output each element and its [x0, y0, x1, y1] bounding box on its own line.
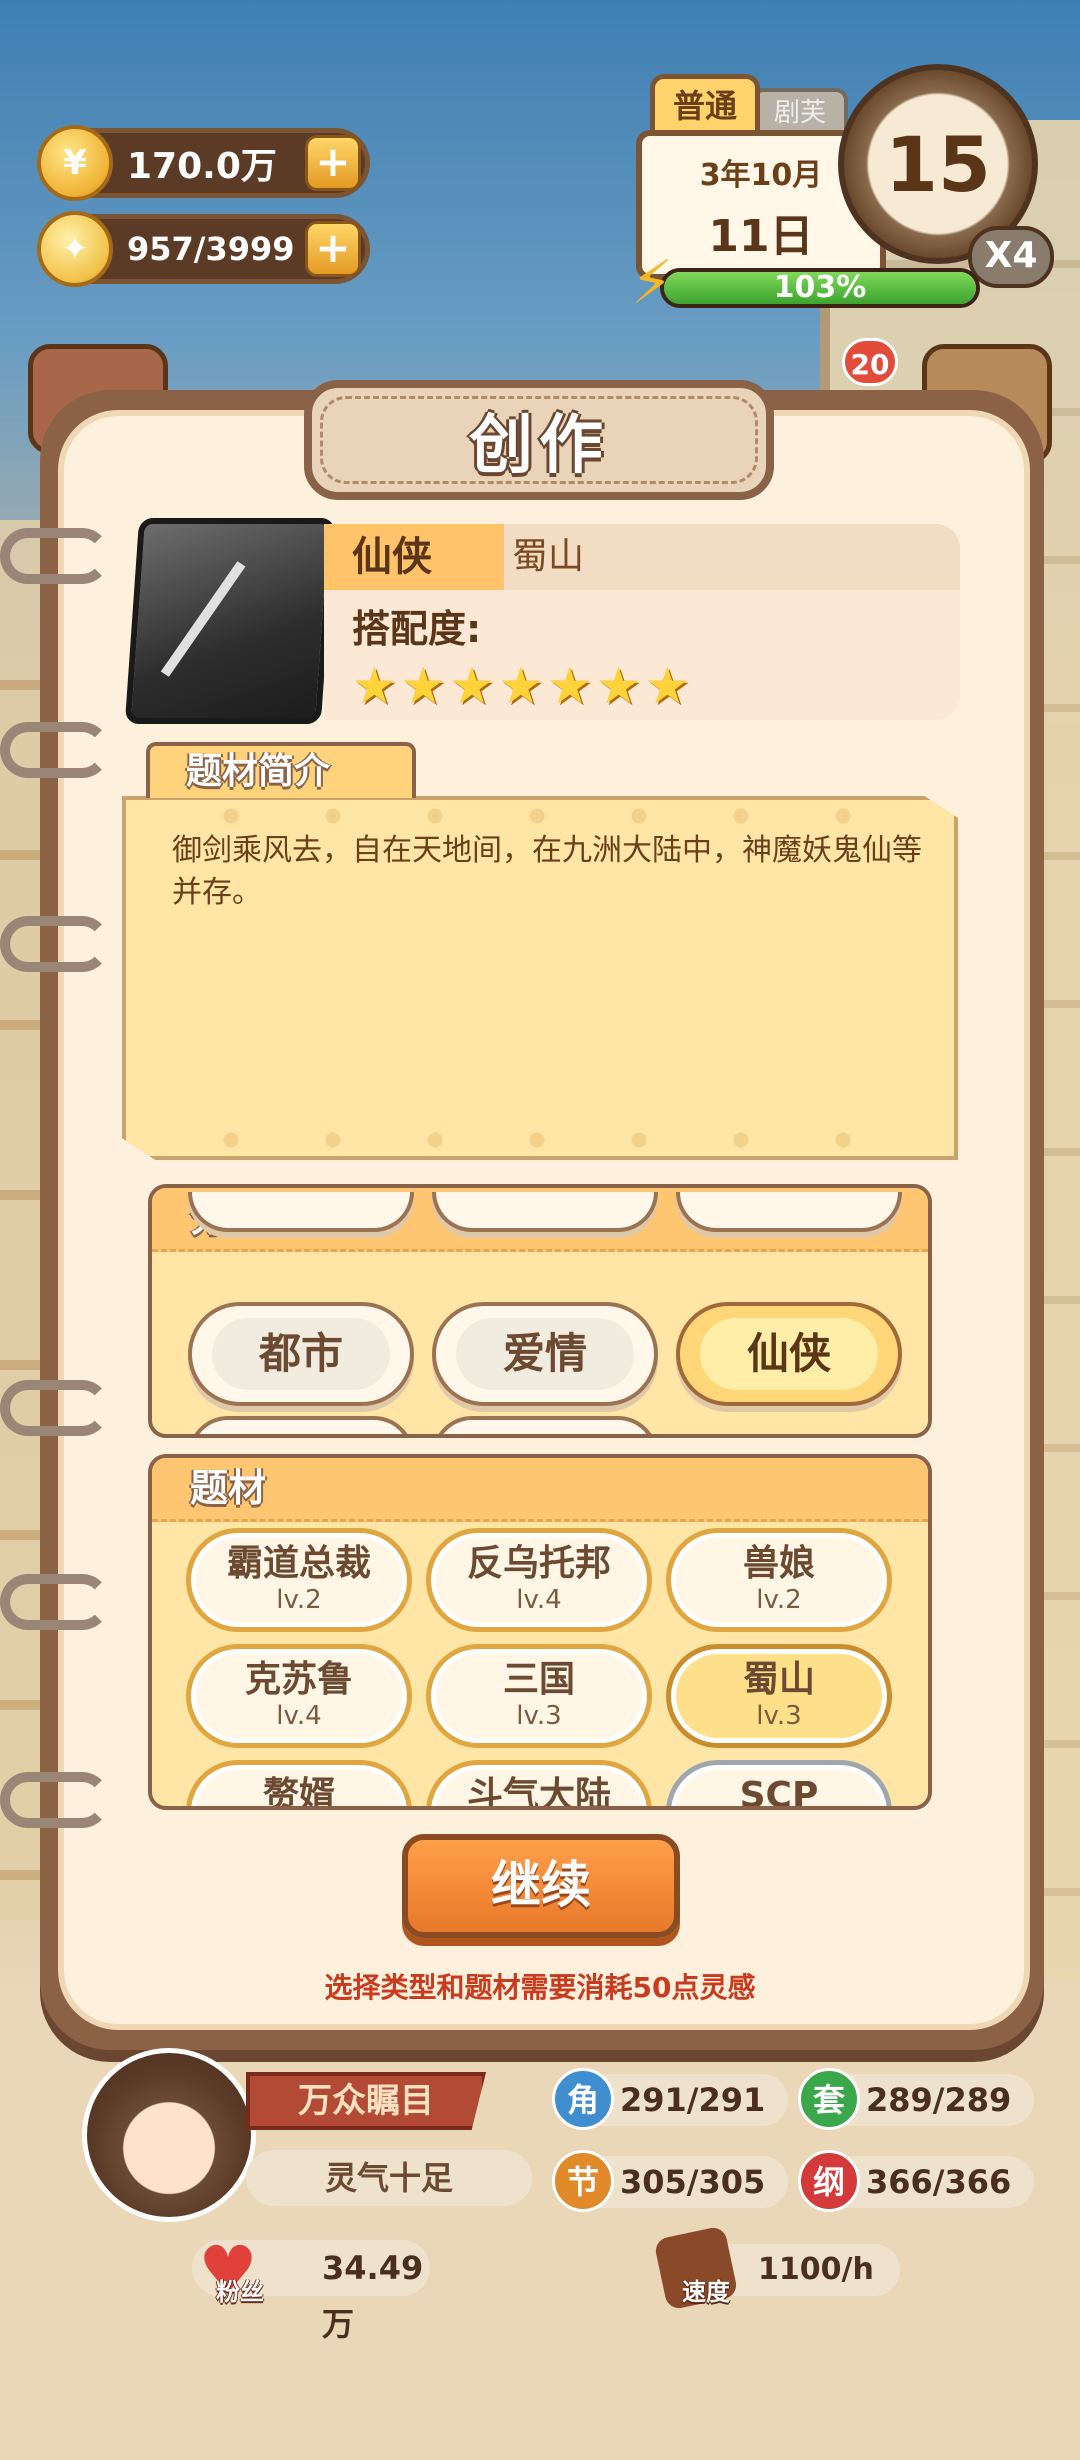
- binder-ring: [0, 722, 110, 778]
- description-text: 御剑乘风去，自在天地间，在九洲大陆中，神魔妖鬼仙等并存。: [172, 833, 922, 910]
- category-label: 爱情: [502, 1329, 587, 1378]
- continue-button[interactable]: 继续: [402, 1834, 680, 1938]
- topic-option-selected[interactable]: 蜀山 lv.3: [666, 1644, 892, 1748]
- topic-name: 反乌托邦: [466, 1543, 611, 1584]
- category-label: 仙侠: [746, 1329, 831, 1378]
- inspiration-counter: ✦ 957/3999 +: [37, 211, 370, 287]
- topic-level: lv.3: [516, 1701, 562, 1731]
- add-inspiration-button[interactable]: +: [305, 221, 361, 277]
- stat-value: 305/305: [620, 2163, 766, 2201]
- binder-ring: [0, 916, 110, 972]
- category-option-hidden[interactable]: [432, 1192, 658, 1232]
- selected-genre: 仙侠: [324, 524, 504, 590]
- category-panel: 分类 都市 爱情 仙侠: [148, 1184, 932, 1438]
- lightbulb-icon: ✦: [37, 211, 113, 287]
- stat-value: 366/366: [866, 2163, 1012, 2201]
- match-stars: ★ ★ ★ ★ ★ ★ ★: [352, 660, 690, 712]
- topic-level: lv.3: [756, 1701, 802, 1731]
- stat-character: 角 291/291: [552, 2068, 788, 2130]
- topic-option[interactable]: 克苏鲁 lv.4: [186, 1644, 412, 1748]
- topic-header: 题材: [152, 1458, 928, 1522]
- category-option-hidden[interactable]: [188, 1416, 414, 1434]
- book-cover-image: [124, 518, 336, 724]
- topic-level: lv.4: [276, 1701, 322, 1731]
- cost-note: 选择类型和题材需要消耗50点灵感: [324, 1971, 756, 2004]
- star-icon: ★: [498, 657, 544, 715]
- star-icon: ★: [547, 657, 593, 715]
- category-option-hidden[interactable]: [432, 1416, 658, 1434]
- topic-name: 赘婿: [262, 1775, 335, 1810]
- topic-option[interactable]: 霸道总裁 lv.2: [186, 1528, 412, 1632]
- stat-icon: 套: [798, 2068, 860, 2130]
- mood-status: 灵气十足: [246, 2150, 532, 2206]
- stat-value: 289/289: [866, 2081, 1012, 2119]
- stat-icon: 纲: [798, 2150, 860, 2212]
- star-icon: ★: [596, 657, 641, 715]
- stat-routine: 套 289/289: [798, 2068, 1034, 2130]
- speed-multiplier-badge[interactable]: X4: [968, 226, 1054, 288]
- stat-outline: 纲 366/366: [798, 2150, 1034, 2212]
- topic-name: 克苏鲁: [244, 1659, 353, 1700]
- category-label: 都市: [258, 1329, 343, 1378]
- coins-value: 170.0万: [127, 146, 277, 187]
- dialog-title: 创作: [469, 409, 609, 483]
- stat-plot: 节 305/305: [552, 2150, 788, 2212]
- topic-name: SCP: [739, 1775, 819, 1810]
- dialog-title-plate: 创作: [304, 380, 774, 500]
- coins-counter: ¥ 170.0万 +: [37, 125, 370, 201]
- category-option-romance[interactable]: 爱情: [432, 1302, 658, 1406]
- stat-icon: 节: [552, 2150, 614, 2212]
- topic-level: lv.4: [516, 1585, 562, 1615]
- author-title-ribbon: 万众瞩目: [246, 2072, 486, 2130]
- inspiration-value: 957/3999: [127, 230, 295, 268]
- topic-option[interactable]: 反乌托邦 lv.4: [426, 1528, 652, 1632]
- match-label: 搭配度:: [352, 607, 482, 651]
- notification-badge: 20: [842, 338, 898, 386]
- stat-value: 291/291: [620, 2081, 766, 2119]
- avatar[interactable]: [82, 2048, 256, 2222]
- topic-name: 斗气大陆: [466, 1775, 611, 1810]
- decor-dots: [180, 1132, 920, 1148]
- energy-percent: 103%: [773, 270, 867, 305]
- topic-option[interactable]: 赘婿: [186, 1760, 412, 1810]
- topic-name: 三国: [502, 1659, 575, 1700]
- topic-panel: 题材 霸道总裁 lv.2 反乌托邦 lv.4 兽娘 lv.2 克苏鲁 lv.4 …: [148, 1454, 932, 1810]
- category-option-xianxia[interactable]: 仙侠: [676, 1302, 902, 1406]
- binder-ring: [0, 1574, 110, 1630]
- decor-dots: [180, 808, 920, 824]
- topic-option[interactable]: SCP: [666, 1760, 892, 1810]
- speed-label: 速度: [682, 2278, 730, 2306]
- topic-option[interactable]: 兽娘 lv.2: [666, 1528, 892, 1632]
- topic-level: lv.2: [276, 1585, 322, 1615]
- clock-value: 15: [885, 119, 991, 209]
- selected-topic: 蜀山: [512, 536, 585, 577]
- coin-icon: ¥: [37, 125, 113, 201]
- stat-icon: 角: [552, 2068, 614, 2130]
- fans-label: 粉丝: [216, 2278, 264, 2306]
- topic-option[interactable]: 斗气大陆: [426, 1760, 652, 1810]
- star-icon: ★: [400, 657, 446, 715]
- binder-ring: [0, 528, 110, 584]
- description-tab: 题材简介: [146, 742, 416, 798]
- binder-ring: [0, 1380, 110, 1436]
- topic-option[interactable]: 三国 lv.3: [426, 1644, 652, 1748]
- star-icon: ★: [352, 657, 397, 715]
- star-icon: ★: [644, 657, 690, 715]
- category-option-urban[interactable]: 都市: [188, 1302, 414, 1406]
- lightning-icon: ⚡: [630, 248, 674, 318]
- topic-name: 蜀山: [742, 1659, 815, 1700]
- topic-name: 兽娘: [742, 1543, 815, 1584]
- add-coins-button[interactable]: +: [305, 135, 361, 191]
- calendar-mode-tab[interactable]: 普通: [650, 74, 760, 138]
- topic-level: lv.2: [756, 1585, 802, 1615]
- binder-ring: [0, 1772, 110, 1828]
- category-option-hidden[interactable]: [676, 1192, 902, 1232]
- topic-name: 霸道总裁: [226, 1543, 371, 1584]
- star-icon: ★: [449, 657, 495, 715]
- category-option-hidden[interactable]: [188, 1192, 414, 1232]
